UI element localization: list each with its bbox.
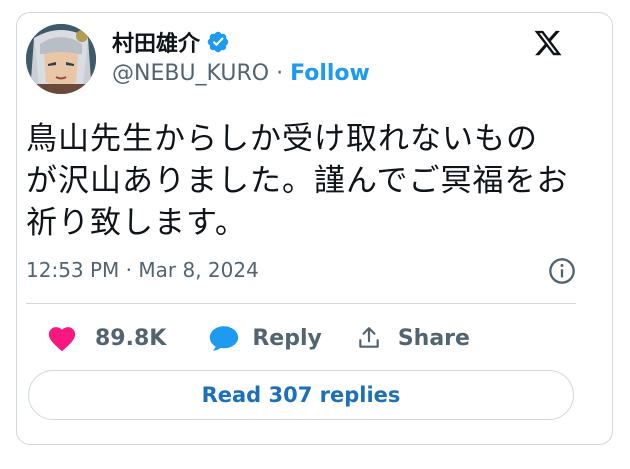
tweet-time: 12:53 PM — [26, 258, 120, 282]
avatar-image — [26, 24, 96, 94]
reply-bubble-icon — [210, 326, 239, 351]
x-logo-icon[interactable] — [532, 28, 564, 58]
heart-icon — [48, 327, 76, 352]
tweet-text-line: 鳥山先生からしか受け取れないもの — [26, 121, 538, 157]
share-button[interactable]: Share — [356, 324, 470, 352]
author-handle[interactable]: @NEBU_KURO — [112, 61, 269, 86]
author-name-row: 村田雄介 — [112, 26, 230, 58]
like-button[interactable]: 89.8K — [47, 324, 166, 352]
avatar[interactable] — [26, 24, 96, 94]
share-icon — [359, 327, 379, 348]
reply-button[interactable]: Reply — [208, 324, 322, 352]
info-icon[interactable] — [548, 257, 576, 285]
meta-separator: · — [125, 258, 133, 282]
read-replies-label: Read 307 replies — [201, 383, 401, 407]
author-display-name[interactable]: 村田雄介 — [112, 26, 200, 58]
tweet-text: 鳥山先生からしか受け取れないもの が沢山ありました。謹んでご冥福をお 祈り致しま… — [26, 118, 576, 244]
reply-label: Reply — [252, 325, 322, 351]
tweet-date: Mar 8, 2024 — [138, 258, 259, 282]
tweet-timestamp[interactable]: 12:53 PM · Mar 8, 2024 — [26, 258, 259, 282]
separator-dot: · — [276, 61, 284, 86]
like-count: 89.8K — [95, 325, 167, 351]
tweet-text-line: 祈り致します。 — [26, 205, 247, 241]
share-label: Share — [397, 325, 470, 351]
tweet-text-line: が沢山ありました。謹んでご冥福をお — [26, 163, 569, 199]
verified-badge-icon — [207, 31, 229, 53]
action-bar: 89.8K Reply Share — [26, 322, 470, 354]
divider — [26, 303, 576, 304]
read-replies-button[interactable]: Read 307 replies — [28, 370, 574, 420]
follow-button[interactable]: Follow — [290, 61, 370, 86]
author-handle-row: @NEBU_KURO · Follow — [112, 61, 370, 86]
